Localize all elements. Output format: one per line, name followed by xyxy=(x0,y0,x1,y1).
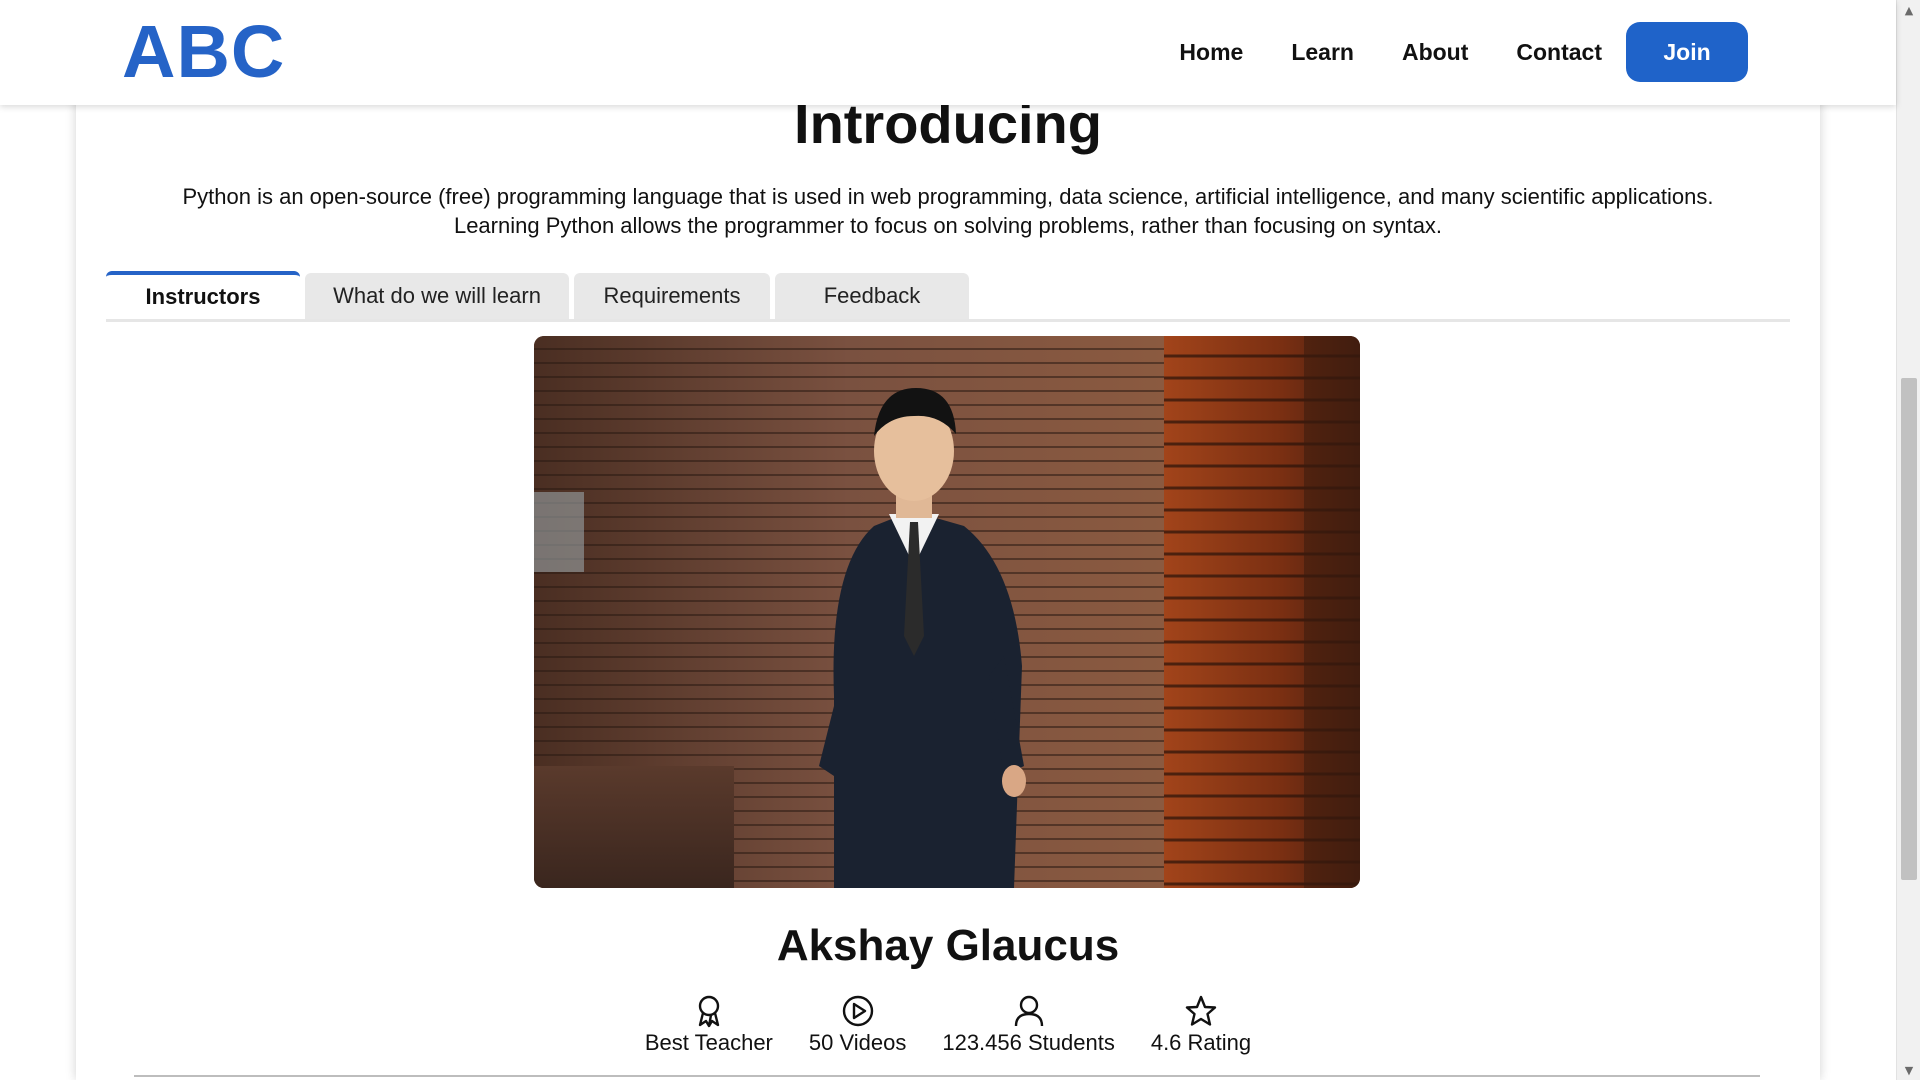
nav-about[interactable]: About xyxy=(1402,39,1468,66)
instructor-name: Akshay Glaucus xyxy=(776,921,1120,970)
stat-label: Best Teacher xyxy=(644,1030,773,1055)
tab-requirements[interactable]: Requirements xyxy=(574,273,770,319)
divider xyxy=(134,1075,1760,1077)
join-button[interactable]: Join xyxy=(1626,22,1748,82)
nav-home[interactable]: Home xyxy=(1179,39,1243,66)
site-header: ABC Home Learn About Contact Join xyxy=(0,0,1896,105)
nav-learn[interactable]: Learn xyxy=(1291,39,1354,66)
scroll-down-arrow-icon[interactable]: ▼ xyxy=(1897,1060,1920,1080)
intro-description-line-2: Learning Python allows the programmer to… xyxy=(453,213,1443,238)
stat-label: 123.456 Students xyxy=(942,1030,1115,1055)
tab-instructors[interactable]: Instructors xyxy=(106,271,300,319)
tab-what-we-will-learn[interactable]: What do we will learn xyxy=(305,273,569,319)
intro-description: Python is an open-source (free) programm… xyxy=(116,182,1780,240)
main-nav: Home Learn About Contact Join xyxy=(1179,22,1748,82)
stat-students: 123.456 Students xyxy=(942,994,1115,1056)
award-icon xyxy=(692,994,726,1028)
nav-contact[interactable]: Contact xyxy=(1516,39,1602,66)
play-circle-icon xyxy=(841,994,875,1028)
stat-videos: 50 Videos xyxy=(809,994,906,1056)
vertical-scrollbar[interactable]: ▲ ▼ xyxy=(1896,0,1920,1080)
stat-label: 50 Videos xyxy=(808,1030,907,1055)
scroll-up-arrow-icon[interactable]: ▲ xyxy=(1897,0,1920,20)
star-icon xyxy=(1184,994,1218,1028)
tab-feedback[interactable]: Feedback xyxy=(775,273,969,319)
scrollbar-thumb[interactable] xyxy=(1901,378,1917,880)
tab-bar: Instructors What do we will learn Requir… xyxy=(106,270,1790,322)
stat-best-teacher: Best Teacher xyxy=(645,994,773,1056)
stat-rating: 4.6 Rating xyxy=(1151,994,1251,1056)
intro-description-line-1: Python is an open-source (free) programm… xyxy=(182,184,1714,209)
instructor-stats: Best Teacher 50 Videos 123.456 Students xyxy=(76,994,1820,1056)
main-card: Introducing Python is an open-source (fr… xyxy=(76,0,1820,1080)
stat-label: 4.6 Rating xyxy=(1150,1030,1252,1055)
logo[interactable]: ABC xyxy=(122,12,285,92)
instructor-photo xyxy=(534,336,1360,888)
user-icon xyxy=(1012,994,1046,1028)
